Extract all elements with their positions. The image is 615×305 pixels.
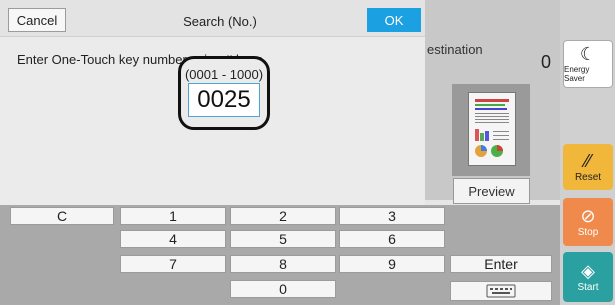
reset-button[interactable]: ⁄⁄ Reset	[563, 144, 613, 190]
screen: estination 0 Preview ☾ Energy Saver ⁄⁄ R…	[0, 0, 615, 305]
stop-label: Stop	[577, 226, 599, 238]
preview-thumbnail	[468, 92, 516, 166]
key-6[interactable]: 6	[339, 230, 445, 248]
enter-key[interactable]: Enter	[450, 255, 552, 273]
key-7[interactable]: 7	[120, 255, 226, 273]
energy-saver-label: Energy Saver	[564, 65, 590, 83]
document-preview-icon	[475, 99, 509, 157]
cancel-button[interactable]: Cancel	[8, 8, 66, 32]
key-9[interactable]: 9	[339, 255, 445, 273]
reset-label: Reset	[574, 171, 602, 183]
ok-button[interactable]: OK	[367, 8, 421, 32]
key-8[interactable]: 8	[230, 255, 336, 273]
keyboard-icon	[486, 284, 516, 298]
key-4[interactable]: 4	[120, 230, 226, 248]
one-touch-number-field[interactable]: 0025	[188, 83, 260, 117]
key-2[interactable]: 2	[230, 207, 336, 225]
stop-icon: ⊘	[580, 205, 596, 226]
keyboard-button[interactable]	[450, 281, 552, 301]
preview-button[interactable]: Preview	[453, 178, 530, 204]
search-dialog: Cancel Search (No.) OK Enter One-Touch k…	[0, 0, 425, 205]
dialog-title: Search (No.)	[183, 14, 257, 29]
range-hint: (0001 - 1000)	[184, 67, 264, 82]
start-label: Start	[577, 281, 599, 293]
energy-saver-button[interactable]: ☾ Energy Saver	[563, 40, 613, 88]
key-1[interactable]: 1	[120, 207, 226, 225]
destination-count: 0	[541, 52, 552, 72]
key-3[interactable]: 3	[339, 207, 445, 225]
moon-icon: ☾	[579, 44, 597, 64]
start-button[interactable]: ◈ Start	[563, 252, 613, 302]
destination-label: estination	[427, 42, 483, 57]
start-icon: ◈	[581, 260, 595, 281]
dialog-titlebar: Cancel Search (No.) OK	[0, 0, 425, 37]
clear-key[interactable]: C	[10, 207, 114, 225]
key-0[interactable]: 0	[230, 280, 336, 298]
reset-icon: ⁄⁄	[584, 150, 591, 171]
number-entry-highlight: (0001 - 1000) 0025	[178, 56, 270, 130]
stop-button[interactable]: ⊘ Stop	[563, 198, 613, 246]
key-5[interactable]: 5	[230, 230, 336, 248]
